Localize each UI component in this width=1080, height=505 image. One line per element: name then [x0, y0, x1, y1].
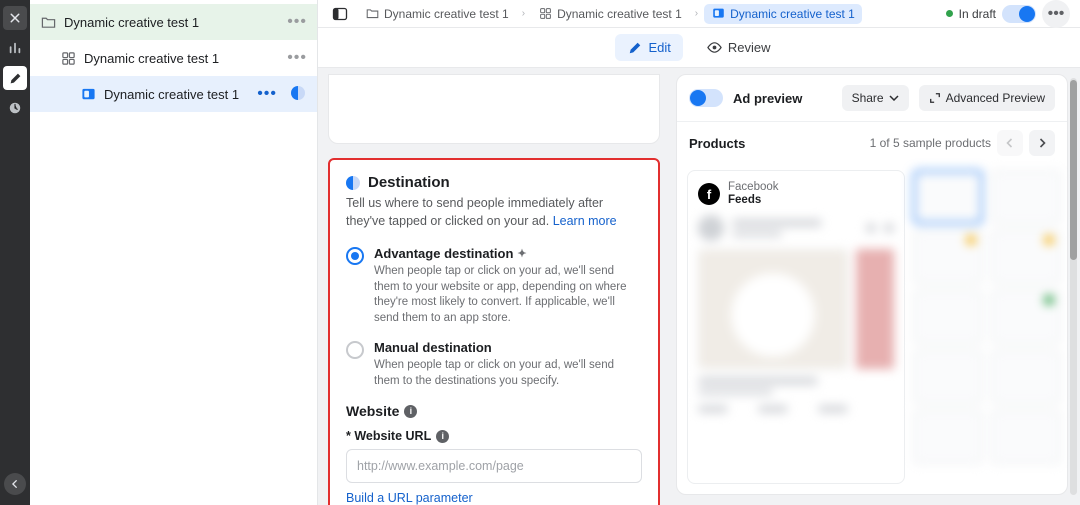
chevron-down-icon [889, 95, 899, 101]
eye-icon [707, 40, 722, 55]
preview-panel: Ad preview Share Advanced Preview Produc… [670, 68, 1080, 505]
preview-thumb[interactable] [913, 170, 983, 224]
build-url-parameter-link[interactable]: Build a URL parameter [346, 491, 473, 505]
pencil-icon [627, 40, 642, 55]
advanced-preview-button[interactable]: Advanced Preview [919, 85, 1055, 111]
destination-title-text: Destination [368, 174, 450, 191]
preview-thumb[interactable] [913, 290, 983, 344]
preview-thumb[interactable] [913, 230, 983, 284]
breadcrumb-campaign[interactable]: Dynamic creative test 1 [358, 4, 516, 24]
website-url-label: * Website URL i [346, 429, 642, 443]
top-bar: Dynamic creative test 1 › Dynamic creati… [318, 0, 1080, 28]
chevron-right-icon: › [695, 8, 698, 19]
tree-label: Dynamic creative test 1 [104, 87, 249, 102]
clock-icon[interactable] [3, 96, 27, 120]
pencil-icon[interactable] [3, 66, 27, 90]
option-advantage-destination[interactable]: Advantage destination ✦ When people tap o… [346, 246, 642, 326]
tab-edit[interactable]: Edit [615, 34, 682, 61]
expand-icon [929, 92, 941, 104]
preview-thumb[interactable] [991, 410, 1061, 464]
products-count: 1 of 5 sample products [870, 136, 991, 150]
destination-title: Destination [346, 174, 642, 191]
sparkle-icon: ✦ [517, 247, 526, 260]
status-dot-icon [946, 10, 953, 17]
radio-selected[interactable] [346, 247, 364, 265]
chevron-right-icon: › [522, 8, 525, 19]
option-manual-destination[interactable]: Manual destination When people tap or cl… [346, 340, 642, 389]
grid-icon [538, 7, 552, 21]
ad-icon [711, 7, 725, 21]
preview-thumbnail-strip [991, 170, 1061, 484]
preview-thumb[interactable] [913, 350, 983, 404]
preview-thumb[interactable] [913, 410, 983, 464]
preview-toggle[interactable] [689, 89, 723, 107]
destination-icon [346, 176, 360, 190]
tab-label: Edit [648, 40, 670, 55]
breadcrumb-adset[interactable]: Dynamic creative test 1 [531, 4, 689, 24]
products-prev-button [997, 130, 1023, 156]
breadcrumb-label: Dynamic creative test 1 [730, 7, 855, 21]
status-badge: In draft [946, 7, 996, 21]
option-desc: When people tap or click on your ad, we'… [374, 264, 642, 326]
tree-campaign-row[interactable]: Dynamic creative test 1 ••• [30, 4, 317, 40]
destination-subtitle: Tell us where to send people immediately… [346, 195, 642, 230]
editor-panel: Destination Tell us where to send people… [318, 68, 670, 505]
status-label: In draft [959, 7, 996, 21]
preview-thumb[interactable] [991, 350, 1061, 404]
preview-thumbnail-strip [913, 170, 983, 484]
tree-label: Dynamic creative test 1 [64, 15, 279, 30]
publish-toggle[interactable] [1002, 5, 1036, 23]
close-icon[interactable] [3, 6, 27, 30]
main-column: Dynamic creative test 1 › Dynamic creati… [318, 0, 1080, 505]
row-more-icon[interactable]: ••• [287, 13, 307, 31]
structure-tree: Dynamic creative test 1 ••• Dynamic crea… [30, 0, 318, 505]
tab-bar: Edit Review [318, 28, 1080, 68]
website-url-input[interactable] [346, 449, 642, 483]
collapse-rail-icon[interactable] [4, 473, 26, 495]
status-half-icon [291, 86, 307, 102]
left-rail [0, 0, 30, 505]
breadcrumb-label: Dynamic creative test 1 [557, 7, 682, 21]
radio-unselected[interactable] [346, 341, 364, 359]
preview-thumb[interactable] [991, 170, 1061, 224]
preview-title: Ad preview [733, 91, 832, 106]
folder-icon [365, 7, 379, 21]
row-more-icon[interactable]: ••• [287, 49, 307, 67]
destination-card: Destination Tell us where to send people… [328, 158, 660, 505]
previous-card-stub [328, 74, 660, 144]
products-next-button[interactable] [1029, 130, 1055, 156]
folder-icon [40, 14, 56, 30]
tab-review[interactable]: Review [695, 34, 783, 61]
preview-thumb[interactable] [991, 290, 1061, 344]
chart-bar-icon[interactable] [3, 36, 27, 60]
learn-more-link[interactable]: Learn more [553, 214, 617, 228]
website-section-heading: Website i [346, 403, 642, 419]
scrollbar[interactable] [1070, 78, 1077, 495]
preview-source-bottom: Feeds [728, 194, 779, 207]
option-label: Advantage destination [374, 246, 513, 261]
breadcrumb-ad[interactable]: Dynamic creative test 1 [704, 4, 862, 24]
facebook-icon: f [698, 183, 720, 205]
option-label: Manual destination [374, 340, 492, 355]
products-heading: Products [689, 136, 870, 151]
preview-mock-blurred [698, 215, 894, 413]
row-more-icon[interactable]: ••• [257, 85, 277, 103]
share-button[interactable]: Share [842, 85, 909, 111]
tree-adset-row[interactable]: Dynamic creative test 1 ••• [30, 40, 317, 76]
ad-icon [80, 86, 96, 102]
preview-thumb[interactable] [991, 230, 1061, 284]
preview-source-top: Facebook [728, 181, 779, 194]
tree-label: Dynamic creative test 1 [84, 51, 279, 66]
grid-icon [60, 50, 76, 66]
tree-ad-row[interactable]: Dynamic creative test 1 ••• [30, 76, 317, 112]
info-icon[interactable]: i [404, 405, 417, 418]
panel-toggle-icon[interactable] [328, 3, 352, 25]
tab-label: Review [728, 40, 771, 55]
breadcrumb-label: Dynamic creative test 1 [384, 7, 509, 21]
option-desc: When people tap or click on your ad, we'… [374, 358, 642, 389]
preview-main: f Facebook Feeds [687, 170, 905, 484]
info-icon[interactable]: i [436, 430, 449, 443]
more-menu-icon[interactable]: ••• [1042, 0, 1070, 28]
